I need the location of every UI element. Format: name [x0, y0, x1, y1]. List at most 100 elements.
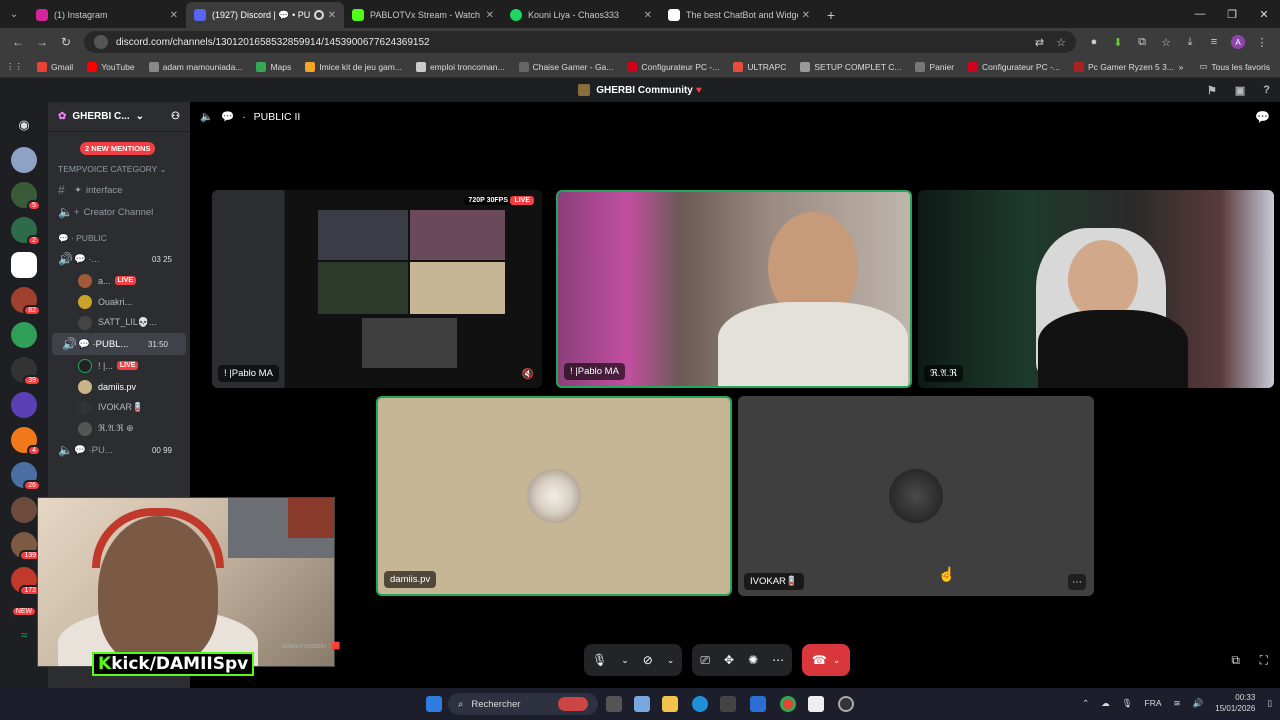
inbox-icon[interactable]: ⚑ [1207, 84, 1217, 97]
capcut-icon[interactable] [808, 696, 824, 712]
chat-icon[interactable]: 💬 [1255, 110, 1270, 124]
close-icon[interactable]: ✕ [486, 10, 494, 21]
server-icon[interactable] [11, 392, 37, 418]
bookmark-item[interactable]: Configurateur PC -... [627, 61, 719, 72]
menu-kebab-icon[interactable]: ⋮ [1250, 36, 1274, 49]
url-field[interactable]: discord.com/channels/1301201658532859914… [84, 31, 1076, 53]
voice-user[interactable]: IVOKAR🪫 [48, 397, 190, 418]
maximize-icon[interactable]: ❐ [1216, 0, 1248, 28]
windows-start-icon[interactable] [426, 696, 442, 712]
notification-icon[interactable]: ▯ [1267, 698, 1272, 709]
camera-off-icon[interactable]: ⊘ [643, 653, 653, 667]
activities-icon[interactable]: ✥ [724, 653, 734, 667]
downloads-icon[interactable]: ⤓ [1178, 36, 1202, 49]
server-icon[interactable]: 172 [11, 567, 41, 596]
download-extension-icon[interactable]: ⬇ [1106, 36, 1130, 49]
channel-interface[interactable]: # ✦ interface [48, 179, 190, 201]
server-icon[interactable] [11, 252, 37, 278]
tab-kick-stream[interactable]: PABLOTVx Stream - Watch Live ✕ [344, 2, 502, 28]
voice-user[interactable]: damiis.pv [48, 376, 190, 397]
bookmark-item[interactable]: adam mamouniada... [148, 61, 242, 72]
file-explorer-icon[interactable] [662, 696, 678, 712]
add-member-icon[interactable]: ⚇ [171, 111, 180, 122]
bookmark-item[interactable]: Gmail [37, 61, 73, 72]
bookmark-item[interactable]: Chaise Gamer - Ga... [518, 61, 613, 72]
tab-search-icon[interactable]: ⌄ [0, 0, 28, 28]
server-icon[interactable]: 139 [11, 532, 41, 561]
discord-home-icon[interactable]: ◉ [11, 112, 37, 138]
bookmark-item[interactable]: YouTube [87, 61, 135, 72]
screen-icon[interactable]: ▣ [1235, 84, 1245, 97]
bookmark-item[interactable]: Configurateur PC -... [968, 61, 1060, 72]
category-tempvoice[interactable]: TEMPVOICE CATEGORY ⌄ [48, 154, 190, 179]
avatar-tile-ivokar[interactable]: IVOKAR🪫 ⋯ ☝ [738, 396, 1094, 596]
voice-channel-2[interactable]: 🔊 💬 · PUBL... 31:50 [52, 333, 186, 355]
voice-user[interactable]: ! |... LIVE [48, 355, 190, 376]
edge-icon[interactable] [692, 696, 708, 712]
bookmark-item[interactable]: Pc Gamer Ryzen 5 3... [1073, 61, 1174, 72]
server-icon[interactable]: 2 [11, 217, 41, 246]
server-icon[interactable]: 26 [11, 462, 41, 491]
new-mentions-pill[interactable]: 2 NEW MENTIONS [80, 142, 156, 155]
tab-discord[interactable]: (1927) Discord | 💬 • PUBLI ✕ [186, 2, 344, 28]
server-icon[interactable]: 4 [11, 427, 41, 456]
screenshare-tile[interactable]: 720P 30FPS LIVE ! |Pablo MA 🔇 [212, 190, 542, 388]
chevron-down-icon[interactable]: ⌄ [667, 655, 675, 666]
site-info-icon[interactable] [94, 35, 108, 49]
extension-icon[interactable]: ● [1082, 36, 1106, 48]
apps-grid-icon[interactable]: ⋮⋮ [6, 61, 23, 72]
server-icon[interactable] [11, 147, 37, 173]
voice-user[interactable]: Ouakri... [48, 291, 190, 312]
close-icon[interactable]: ✕ [328, 10, 336, 21]
tab-instagram[interactable]: (1) Instagram ✕ [28, 2, 186, 28]
store-icon[interactable] [720, 696, 736, 712]
server-icon[interactable] [11, 322, 37, 348]
avatar-tile-damiis[interactable]: damiis.pv [376, 396, 732, 596]
channel-creator[interactable]: 🔈 + Creator Channel [48, 201, 190, 223]
popout-icon[interactable]: ⧉ [1231, 653, 1240, 668]
voice-user[interactable]: SATT_LIL💀... [48, 312, 190, 333]
fullscreen-icon[interactable]: ⛶ [1260, 653, 1268, 668]
voice-channel-3[interactable]: 🔈 💬 · PU... 00 99 [48, 439, 190, 461]
server-icon[interactable]: 39 [11, 357, 41, 386]
tray-chevron-icon[interactable]: ⌃ [1082, 698, 1089, 709]
bookmark-item[interactable]: Maps [256, 61, 291, 72]
network-tray-icon[interactable]: ☁ [1101, 698, 1110, 709]
video-tile-pablo[interactable]: ! |Pablo MA [556, 190, 912, 388]
tab-chatbot[interactable]: The best ChatBot and Widgets ✕ [660, 2, 818, 28]
category-public[interactable]: 💬 · PUBLIC [48, 223, 190, 248]
profile-avatar[interactable]: A [1226, 35, 1250, 49]
close-window-icon[interactable]: ✕ [1248, 0, 1280, 28]
reload-icon[interactable]: ↻ [54, 35, 78, 49]
bookmark-item[interactable]: SETUP COMPLET C... [800, 61, 901, 72]
all-bookmarks-button[interactable]: » ▭ Tous les favoris [1179, 61, 1270, 72]
new-tab-button[interactable]: + [818, 2, 844, 28]
voice-user[interactable]: ℜ.𝔄.ℜ ⊕ [48, 418, 190, 439]
close-icon[interactable]: ✕ [170, 10, 178, 21]
bookmark-item[interactable]: Imice kit de jeu gam... [305, 61, 402, 72]
microphone-icon[interactable]: 🎙 [592, 653, 607, 667]
reading-list-icon[interactable]: ≡ [1202, 36, 1226, 48]
app-icon[interactable] [750, 696, 766, 712]
close-icon[interactable]: ✕ [802, 10, 810, 21]
forward-icon[interactable]: → [30, 35, 54, 49]
voice-user[interactable]: a... LIVE [48, 270, 190, 291]
minimize-icon[interactable]: — [1184, 0, 1216, 28]
clock[interactable]: 00:33 15/01/2026 [1215, 692, 1255, 714]
chevron-down-icon[interactable]: ⌄ [621, 655, 629, 666]
chrome-icon[interactable] [780, 696, 796, 712]
server-icon[interactable]: 5 [11, 182, 41, 211]
task-view-icon[interactable] [606, 696, 622, 712]
server-icon[interactable]: 82 [11, 287, 41, 316]
bookmark-item[interactable]: emploi troncoman... [415, 61, 505, 72]
mic-tray-icon[interactable]: 🎙 [1122, 698, 1133, 709]
back-icon[interactable]: ← [6, 35, 30, 49]
screen-share-icon[interactable]: ⎚ [700, 653, 710, 668]
bookmarks-icon[interactable]: ☆ [1154, 36, 1178, 49]
help-icon[interactable]: ? [1263, 84, 1270, 97]
close-icon[interactable]: ✕ [644, 10, 652, 21]
wifi-icon[interactable]: ≋ [1174, 698, 1181, 709]
more-options-icon[interactable]: ⋯ [1068, 574, 1086, 590]
server-header[interactable]: ✿ GHERBI C... ⌄ ⚇ [48, 102, 190, 132]
voice-channel-1[interactable]: 🔊 💬 · ... 03 25 [48, 248, 190, 270]
